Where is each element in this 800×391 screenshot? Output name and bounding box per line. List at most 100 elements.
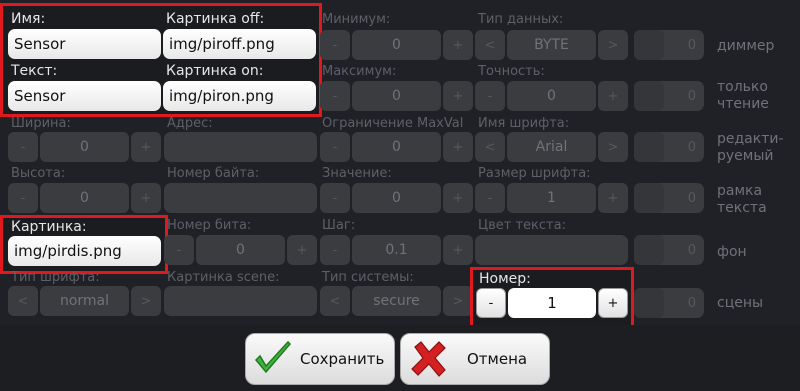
picture-off-input[interactable]: img/piroff.png — [163, 29, 316, 59]
background-toggle-value: 0 — [687, 242, 696, 258]
font-name-label: Имя шрифта: — [478, 116, 570, 131]
number-label: Номер: — [479, 271, 531, 287]
width-stepper[interactable]: - 0 + — [8, 132, 161, 162]
width-value[interactable]: 0 — [40, 132, 129, 162]
picture-input[interactable]: img/pirdis.png — [8, 236, 161, 266]
bit-decrement-button[interactable]: - — [164, 235, 194, 265]
system-type-label: Тип системы: — [322, 270, 414, 285]
height-decrement-button[interactable]: - — [8, 183, 38, 213]
readonly-toggle[interactable]: 0 — [634, 81, 704, 111]
maxval-value[interactable]: 0 — [352, 132, 441, 162]
font-size-value[interactable]: 1 — [507, 183, 596, 213]
font-size-increment-button[interactable]: + — [598, 183, 628, 213]
picture-on-label: Картинка on: — [166, 63, 264, 79]
number-value[interactable]: 1 — [508, 288, 596, 318]
maximum-label: Максимум: — [322, 64, 397, 79]
font-name-next-button[interactable]: > — [598, 132, 628, 162]
system-type-selector[interactable]: < secure > — [320, 286, 473, 316]
font-type-selector[interactable]: < normal > — [8, 286, 161, 316]
value-stepper[interactable]: - 0 + — [320, 183, 473, 213]
font-type-next-button[interactable]: > — [131, 286, 161, 316]
height-stepper[interactable]: - 0 + — [8, 183, 161, 213]
save-button-label: Сохранить — [300, 350, 385, 368]
scene-picture-input[interactable] — [164, 286, 317, 316]
maximum-stepper[interactable]: - 0 + — [320, 81, 473, 111]
text-label: Текст: — [11, 63, 58, 79]
maximum-increment-button[interactable]: + — [443, 81, 473, 111]
readonly-toggle-value: 0 — [687, 88, 696, 104]
maxval-increment-button[interactable]: + — [443, 132, 473, 162]
number-stepper[interactable]: - 1 + — [476, 288, 628, 318]
step-decrement-button[interactable]: - — [320, 235, 350, 265]
minimum-label: Минимум: — [322, 12, 391, 27]
data-type-next-button[interactable]: > — [598, 30, 628, 60]
system-type-value[interactable]: secure — [352, 286, 441, 316]
height-value[interactable]: 0 — [40, 183, 129, 213]
bit-number-stepper[interactable]: - 0 + — [164, 235, 317, 265]
data-type-value[interactable]: BYTE — [507, 30, 596, 60]
text-input[interactable]: Sensor — [8, 81, 161, 111]
font-size-label: Размер шрифта: — [478, 166, 591, 181]
font-type-value[interactable]: normal — [40, 286, 129, 316]
scene-picture-label: Картинка scene: — [167, 270, 280, 285]
cancel-button[interactable]: Отмена — [400, 333, 550, 385]
width-increment-button[interactable]: + — [131, 132, 161, 162]
byte-number-label: Номер байта: — [167, 166, 260, 181]
byte-number-input[interactable] — [164, 183, 317, 213]
address-input[interactable] — [164, 132, 317, 162]
background-toggle[interactable]: 0 — [634, 235, 704, 265]
maxval-decrement-button[interactable]: - — [320, 132, 350, 162]
width-decrement-button[interactable]: - — [8, 132, 38, 162]
save-button[interactable]: Сохранить — [245, 333, 395, 385]
readonly-label: только чтение — [717, 79, 769, 112]
scenes-label: сцены — [717, 295, 764, 311]
minimum-value[interactable]: 0 — [352, 30, 441, 60]
font-type-label: Тип шрифта: — [11, 270, 100, 285]
precision-value[interactable]: 0 — [507, 81, 596, 111]
maximum-value[interactable]: 0 — [352, 81, 441, 111]
checkmark-icon — [254, 340, 292, 374]
minimum-decrement-button[interactable]: - — [320, 30, 350, 60]
editable-toggle-value: 0 — [687, 139, 696, 155]
precision-decrement-button[interactable]: - — [475, 81, 505, 111]
font-size-decrement-button[interactable]: - — [475, 183, 505, 213]
precision-stepper[interactable]: - 0 + — [475, 81, 628, 111]
frame-toggle-value: 0 — [687, 190, 696, 206]
font-type-prev-button[interactable]: < — [8, 286, 38, 316]
frame-toggle[interactable]: 0 — [634, 183, 704, 213]
address-label: Адрес: — [167, 116, 213, 131]
bit-value[interactable]: 0 — [196, 235, 285, 265]
text-color-input[interactable] — [475, 235, 628, 265]
value-increment-button[interactable]: + — [443, 183, 473, 213]
maximum-decrement-button[interactable]: - — [320, 81, 350, 111]
height-increment-button[interactable]: + — [131, 183, 161, 213]
number-increment-button[interactable]: + — [598, 288, 628, 318]
picture-off-label: Картинка off: — [166, 11, 265, 27]
precision-increment-button[interactable]: + — [598, 81, 628, 111]
font-name-selector[interactable]: < Arial > — [475, 132, 628, 162]
maxval-limit-stepper[interactable]: - 0 + — [320, 132, 473, 162]
scenes-toggle[interactable]: 0 — [634, 288, 704, 318]
name-input[interactable]: Sensor — [8, 29, 161, 59]
value-decrement-button[interactable]: - — [320, 183, 350, 213]
font-size-stepper[interactable]: - 1 + — [475, 183, 628, 213]
step-value[interactable]: 0.1 — [352, 235, 441, 265]
step-label: Шаг: — [322, 218, 356, 233]
number-decrement-button[interactable]: - — [476, 288, 506, 318]
data-type-selector[interactable]: < BYTE > — [475, 30, 628, 60]
minimum-stepper[interactable]: - 0 + — [320, 30, 473, 60]
font-name-prev-button[interactable]: < — [475, 132, 505, 162]
system-type-next-button[interactable]: > — [443, 286, 473, 316]
picture-on-input[interactable]: img/piron.png — [163, 81, 316, 111]
step-stepper[interactable]: - 0.1 + — [320, 235, 473, 265]
editable-toggle[interactable]: 0 — [634, 132, 704, 162]
value-value[interactable]: 0 — [352, 183, 441, 213]
minimum-increment-button[interactable]: + — [443, 30, 473, 60]
font-name-value[interactable]: Arial — [507, 132, 596, 162]
height-label: Высота: — [11, 166, 66, 181]
data-type-prev-button[interactable]: < — [475, 30, 505, 60]
dimmer-toggle[interactable]: 0 — [634, 30, 704, 60]
system-type-prev-button[interactable]: < — [320, 286, 350, 316]
step-increment-button[interactable]: + — [443, 235, 473, 265]
bit-increment-button[interactable]: + — [287, 235, 317, 265]
